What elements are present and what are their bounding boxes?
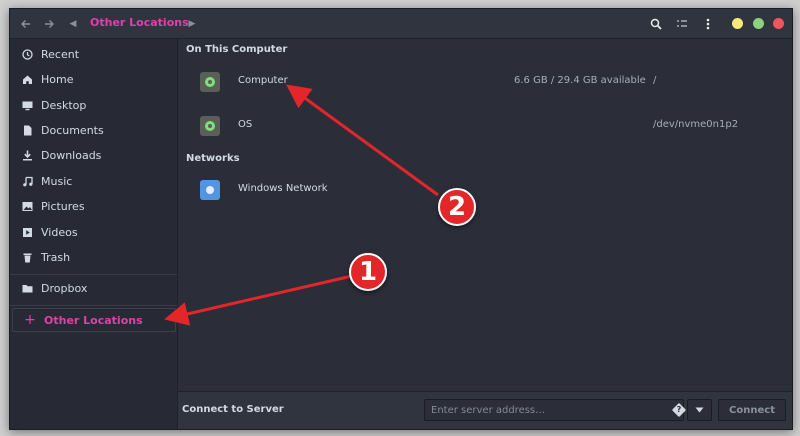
sidebar-item-label: Dropbox: [41, 281, 88, 295]
sidebar-item-label: Videos: [41, 225, 78, 239]
go-back-icon[interactable]: [18, 14, 34, 33]
connect-to-server-bar: Connect to Server ? Connect: [178, 391, 792, 429]
sidebar-item-documents[interactable]: Documents: [10, 119, 177, 141]
header-bar: ◀ Other Locations ▶: [10, 9, 792, 39]
sidebar-item-dropbox[interactable]: Dropbox: [10, 277, 177, 299]
sidebar-item-label: Recent: [41, 47, 80, 61]
sidebar-item-home[interactable]: Home: [10, 68, 177, 90]
location-name: Computer: [238, 75, 288, 86]
connect-button[interactable]: Connect: [718, 399, 786, 421]
location-path: /dev/nvme0n1p2: [653, 119, 739, 130]
server-address-input[interactable]: [424, 399, 684, 421]
folder-icon: [21, 282, 33, 294]
location-row-computer[interactable]: Computer 6.6 GB / 29.4 GB available /: [178, 64, 792, 100]
sidebar-separator: [10, 274, 177, 275]
sidebar-separator: [10, 305, 177, 306]
sidebar-item-label: Pictures: [41, 199, 85, 213]
music-icon: [21, 175, 33, 187]
annotation-badge-1: 1: [349, 253, 387, 291]
help-hint-icon[interactable]: ?: [671, 402, 687, 418]
drive-icon: [200, 116, 220, 136]
search-icon[interactable]: [648, 14, 664, 33]
sidebar-item-label: Home: [41, 72, 74, 86]
sidebar-item-label: Downloads: [41, 148, 102, 162]
picture-icon: [21, 200, 33, 212]
sidebar-item-recent[interactable]: Recent: [10, 43, 177, 65]
document-icon: [21, 124, 33, 136]
sidebar-item-downloads[interactable]: Downloads: [10, 144, 177, 166]
path-bar-location[interactable]: Other Locations: [90, 16, 189, 29]
sidebar-item-label: Documents: [41, 123, 104, 137]
recent-servers-dropdown[interactable]: [687, 399, 712, 421]
sidebar-item-desktop[interactable]: Desktop: [10, 94, 177, 116]
sidebar-item-label: Trash: [41, 250, 71, 264]
sidebar-item-music[interactable]: Music: [10, 170, 177, 192]
go-forward-icon[interactable]: [41, 14, 57, 33]
section-title-networks: Networks: [186, 153, 240, 164]
sidebar-item-videos[interactable]: Videos: [10, 221, 177, 243]
desktop-icon: [21, 99, 33, 111]
file-manager-window: ◀ Other Locations ▶ Recent Home Desktop: [9, 8, 793, 430]
path-left-icon[interactable]: ◀: [67, 14, 79, 33]
location-row-os[interactable]: OS /dev/nvme0n1p2: [178, 108, 792, 144]
plus-icon: +: [24, 312, 36, 328]
sidebar-item-trash[interactable]: Trash: [10, 246, 177, 268]
location-path: /: [653, 75, 657, 86]
sidebar-item-label: Other Locations: [44, 313, 143, 327]
trash-icon: [21, 251, 33, 263]
other-locations-view: On This Computer Computer 6.6 GB / 29.4 …: [178, 39, 792, 391]
places-sidebar: Recent Home Desktop Documents Downloads …: [10, 39, 178, 429]
clock-icon: [21, 48, 33, 60]
network-folder-icon: [200, 180, 220, 200]
close-button[interactable]: [773, 18, 784, 29]
view-options-icon[interactable]: [674, 14, 690, 33]
path-right-icon[interactable]: ▶: [186, 14, 198, 33]
menu-icon[interactable]: [701, 14, 715, 33]
location-size: 6.6 GB / 29.4 GB available: [514, 75, 646, 86]
drive-icon: [200, 72, 220, 92]
sidebar-item-pictures[interactable]: Pictures: [10, 195, 177, 217]
home-icon: [21, 73, 33, 85]
location-row-windows-network[interactable]: Windows Network: [178, 172, 792, 208]
sidebar-item-other-locations[interactable]: + Other Locations: [12, 308, 176, 332]
video-icon: [21, 226, 33, 238]
sidebar-item-label: Music: [41, 174, 73, 188]
location-name: OS: [238, 119, 253, 130]
download-icon: [21, 149, 33, 161]
section-title-on-this-computer: On This Computer: [186, 44, 288, 55]
maximize-button[interactable]: [753, 18, 764, 29]
location-name: Windows Network: [238, 183, 328, 194]
sidebar-item-label: Desktop: [41, 98, 87, 112]
annotation-badge-2: 2: [438, 188, 476, 226]
minimize-button[interactable]: [732, 18, 743, 29]
connect-to-server-label: Connect to Server: [182, 404, 284, 415]
